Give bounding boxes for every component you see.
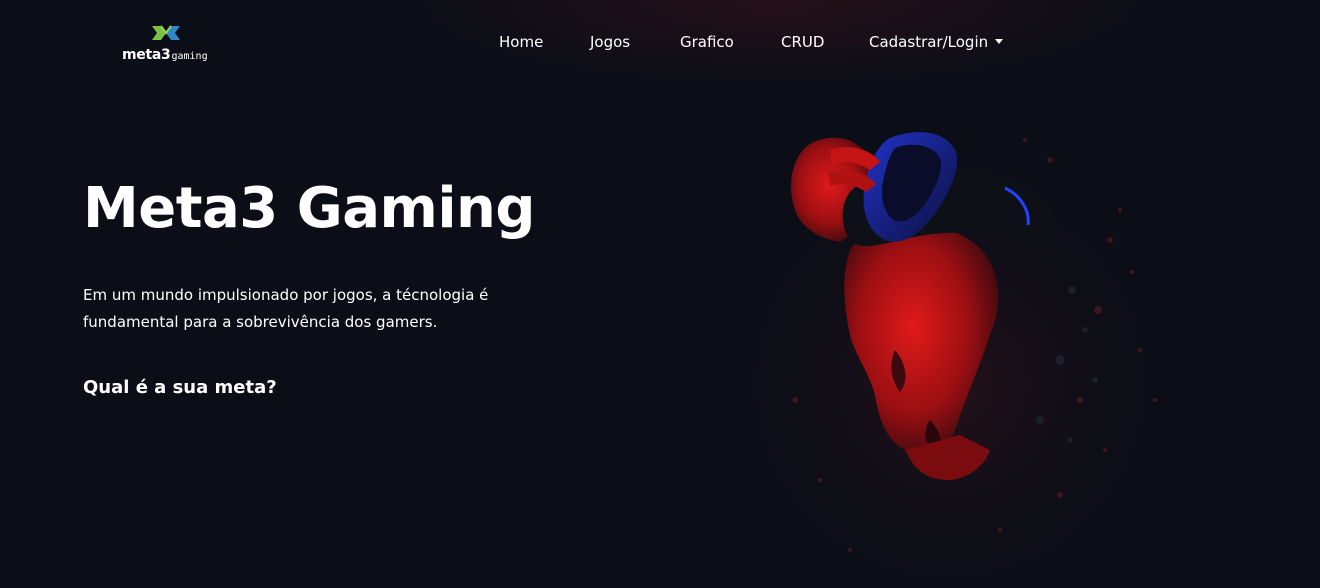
logo-text: meta3gaming — [122, 44, 208, 63]
logo-sub: gaming — [171, 51, 208, 62]
hero-title: Meta3 Gaming — [83, 176, 535, 241]
caret-down-icon — [995, 39, 1004, 44]
nav-item-home[interactable]: Home — [499, 30, 543, 54]
hero-description: Em um mundo impulsionado por jogos, a té… — [83, 286, 489, 331]
landing-page: meta3gaming Home Jogos Grafico CRUD Cada… — [0, 0, 1320, 588]
nav-item-cadastrar-login-label: Cadastrar/Login — [869, 33, 989, 51]
logo[interactable]: meta3gaming — [122, 22, 218, 64]
nav-item-jogos[interactable]: Jogos — [590, 30, 630, 54]
nav-item-grafico[interactable]: Grafico — [680, 30, 734, 54]
hero-question: Qual é a sua meta? — [83, 377, 277, 398]
logo-mark-icon — [152, 25, 180, 40]
vr-headset-person-illustration — [720, 130, 1180, 588]
nav-item-cadastrar-login-dropdown[interactable]: Cadastrar/Login — [869, 30, 1004, 54]
nav-item-crud[interactable]: CRUD — [781, 30, 824, 54]
logo-brand: meta3 — [122, 47, 171, 63]
